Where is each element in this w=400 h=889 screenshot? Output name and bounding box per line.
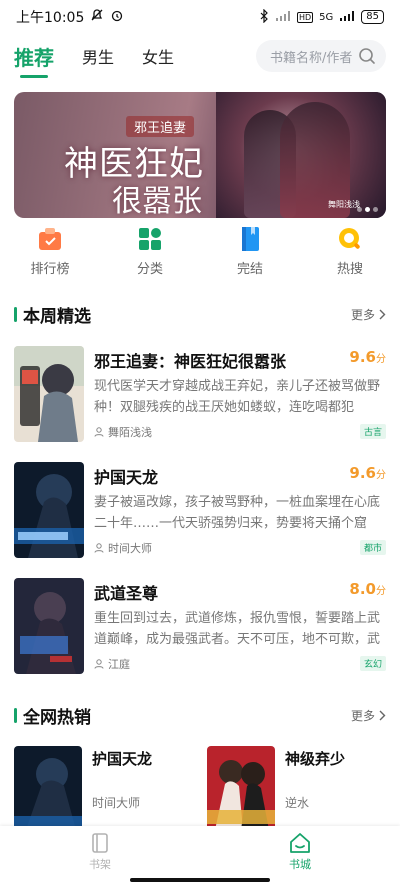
chevron-right-icon <box>379 309 386 319</box>
section-weekly-header: 本周精选 更多 <box>14 302 386 327</box>
banner-author: 舞阳浅浅 <box>328 200 360 209</box>
category-label: 完结 <box>236 262 263 277</box>
category-completed[interactable]: 完结 <box>200 226 300 282</box>
hot-book-item[interactable]: 神级弃少 逆水 <box>207 746 387 830</box>
hd-badge: HD <box>296 11 314 23</box>
book-cover <box>14 462 84 558</box>
network-label: 5G <box>319 11 334 23</box>
book-cover <box>207 746 275 830</box>
category-classify[interactable]: 分类 <box>100 226 200 282</box>
status-time: 上午10:05 <box>16 10 85 26</box>
category-label: 排行榜 <box>30 262 70 277</box>
nav-label: 书架 <box>89 858 111 871</box>
nav-label: 书城 <box>289 858 311 871</box>
section-title: 本周精选 <box>23 306 91 327</box>
ranking-icon <box>37 226 63 252</box>
bookshelf-icon <box>92 833 108 853</box>
book-author: 逆水 <box>285 796 310 810</box>
signal-strength-icon <box>339 10 355 25</box>
category-label: 热搜 <box>336 262 363 277</box>
user-icon <box>94 427 104 437</box>
battery-indicator: 85 <box>361 10 384 24</box>
book-author: 舞陌浅浅 <box>94 424 152 440</box>
book-title: 武道圣尊 <box>94 584 159 603</box>
book-score: 9.6分 <box>349 348 386 366</box>
book-item[interactable]: 邪王追妻：神医狂妃很嚣张 9.6分 现代医学天才穿越成战王弃妃，亲儿子还被骂做野… <box>14 346 386 444</box>
book-title: 护国天龙 <box>94 468 159 487</box>
book-title: 护国天龙 <box>92 750 153 768</box>
bookstore-home-icon <box>290 833 310 853</box>
book-score: 8.0分 <box>349 580 386 598</box>
hot-book-item[interactable]: 护国天龙 时间大师 <box>14 746 194 830</box>
section-hot-header: 全网热销 更多 <box>14 703 386 728</box>
alarm-icon <box>110 8 124 26</box>
home-indicator <box>130 878 270 882</box>
genre-tag: 玄幻 <box>359 656 386 671</box>
carousel-dots <box>357 207 378 212</box>
book-author: 江庭 <box>94 656 130 672</box>
book-cover <box>14 746 82 830</box>
category-hot-search[interactable]: 热搜 <box>300 226 400 282</box>
book-item[interactable]: 武道圣尊 8.0分 重生回到过去，武道修炼，报仇雪恨，誓要踏上武道巅峰，成为最强… <box>14 578 386 676</box>
category-label: 分类 <box>136 262 163 277</box>
category-ranking[interactable]: 排行榜 <box>0 226 100 282</box>
banner-title-line2: 很嚣张 <box>112 184 202 218</box>
book-title: 邪王追妻：神医狂妃很嚣张 <box>94 352 287 371</box>
user-icon <box>94 659 104 669</box>
tab-female[interactable]: 女生 <box>142 44 174 68</box>
more-link[interactable]: 更多 <box>351 707 386 724</box>
book-complete-icon <box>237 226 263 252</box>
status-bar: 上午10:05 HD 5G 85 <box>0 0 400 34</box>
book-score: 9.6分 <box>349 464 386 482</box>
chevron-right-icon <box>379 710 386 720</box>
category-grid-icon <box>137 226 163 252</box>
hot-search-icon <box>337 226 363 252</box>
book-author: 时间大师 <box>94 540 152 556</box>
top-nav: 推荐 男生 女生 书籍名称/作者 <box>0 34 400 78</box>
tab-recommend[interactable]: 推荐 <box>14 42 54 78</box>
section-title: 全网热销 <box>23 707 91 728</box>
more-link[interactable]: 更多 <box>351 306 386 323</box>
search-input[interactable]: 书籍名称/作者 <box>256 40 386 72</box>
user-icon <box>94 543 104 553</box>
book-title: 神级弃少 <box>285 750 346 768</box>
signal-icon <box>275 10 291 25</box>
banner-carousel[interactable]: 邪王追妻 神医狂妃 很嚣张 舞阳浅浅 <box>14 92 386 218</box>
bluetooth-icon <box>259 8 269 26</box>
category-shortcuts: 排行榜 分类 完结 热搜 <box>0 226 400 282</box>
book-description: 现代医学天才穿越成战王弃妃，亲儿子还被骂做野种！双腿残疾的战王厌她如蝼蚁，连吃喝… <box>94 379 381 415</box>
book-description: 妻子被逼改嫁，孩子被骂野种，一桩血案埋在心底二十年……一代天骄强势归来，势要将天… <box>94 495 381 531</box>
book-cover <box>14 346 84 442</box>
book-cover <box>14 578 84 674</box>
banner-subtitle: 邪王追妻 <box>126 116 195 137</box>
genre-tag: 古言 <box>359 424 386 439</box>
tab-male[interactable]: 男生 <box>82 44 114 68</box>
mute-icon <box>90 8 104 26</box>
search-placeholder: 书籍名称/作者 <box>270 50 353 66</box>
search-icon <box>359 48 375 64</box>
book-author: 时间大师 <box>92 796 141 810</box>
book-item[interactable]: 护国天龙 9.6分 妻子被逼改嫁，孩子被骂野种，一桩血案埋在心底二十年……一代天… <box>14 462 386 560</box>
book-description: 重生回到过去，武道修炼，报仇雪恨，誓要踏上武道巅峰，成为最强武者。天不可压，地不… <box>94 611 381 647</box>
genre-tag: 都市 <box>359 540 386 555</box>
